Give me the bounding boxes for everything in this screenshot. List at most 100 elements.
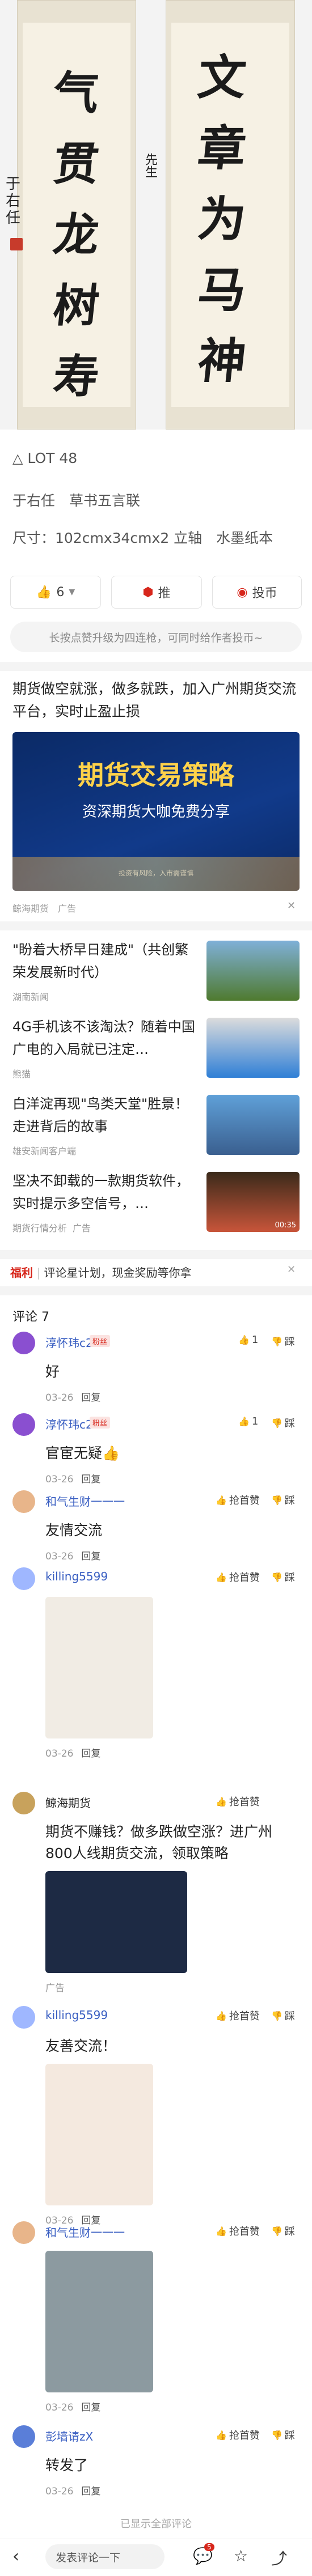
welfare-banner[interactable]: 福利 | 评论星计划，现金奖励等你拿 [10,1264,191,1280]
comment-like-button[interactable]: 👍 抢首赞 [216,2224,260,2238]
comment-date: 03-26 回复 [45,1551,101,1562]
like-button[interactable]: 👍 6 ▼ [10,576,101,609]
comment-dislike-button[interactable]: 👎 踩 [271,2008,295,2023]
comment-like-button[interactable]: 👍 1 [238,1334,258,1346]
star-icon[interactable]: ☆ [234,2547,248,2565]
comment-dislike-button[interactable]: 👎 踩 [271,1334,295,1349]
divider [0,1286,312,1295]
ad-banner[interactable]: 期货交易策略 资深期货大咖免费分享 投资有风险，入市需谨慎 [12,732,300,891]
thumb-down-icon: 👎 [271,1494,283,1506]
comment-image[interactable] [45,2064,153,2205]
comment-like-button[interactable]: 👍 1 [238,1415,258,1427]
calligraphy-character: 树 [50,279,102,332]
ad-tag: 广告 [45,1983,65,1994]
comment-dislike-button[interactable]: 👎 踩 [271,2428,295,2442]
commenter-name[interactable]: 淳怀玮c2 [45,1334,93,1350]
share-icon[interactable]: ⤴ [271,2547,287,2569]
avatar[interactable] [12,2425,35,2448]
news-thumbnail[interactable] [206,941,300,1001]
comment-image[interactable] [45,1597,153,1738]
comment-like-button[interactable]: 👍 抢首赞 [216,2428,260,2442]
ad-headline[interactable]: 期货做空就涨，做多就跌，加入广州期货交流平台，实时止盈止损 [12,678,300,723]
avatar[interactable] [12,1332,35,1354]
recommend-button[interactable]: ⬢ 推 [111,576,202,609]
thumb-up-icon: 👍 [216,2225,227,2237]
calligraphy-character: 气 [50,66,102,120]
comment-image[interactable] [45,2251,153,2392]
calligraphy-character: 为 [195,191,249,247]
divider [0,921,312,930]
reply-button[interactable]: 回复 [81,1551,100,1562]
close-icon[interactable]: ✕ [287,1264,296,1276]
calligraphy-character: 龙 [50,208,102,261]
thumb-down-icon: 👎 [271,1571,283,1583]
avatar[interactable] [12,1567,35,1590]
reply-button[interactable]: 回复 [81,2486,100,2497]
seal-stamp [10,238,23,250]
divider [0,662,312,671]
avatar[interactable] [12,2221,35,2244]
news-title[interactable]: "盼着大桥早日建成"（共创繁荣发展新时代） [12,938,200,984]
vote-button[interactable]: ◉ 投币 [212,576,302,609]
reply-button[interactable]: 回复 [81,1474,100,1485]
reply-button[interactable]: 回复 [81,2402,100,2413]
news-thumbnail[interactable] [206,1095,300,1155]
commenter-name[interactable]: 淳怀玮c2 [45,1415,93,1432]
reply-button[interactable]: 回复 [81,1392,100,1404]
triangle-warning-icon: △ [12,450,23,466]
avatar[interactable] [12,2006,35,2029]
news-thumbnail[interactable]: 00:35 [206,1172,300,1232]
comment-like-button[interactable]: 👍 抢首赞 [216,1493,260,1507]
news-source: 湖南新闻 [12,992,49,1002]
artwork-size: 尺寸：102cmx34cmx2 立轴 水墨纸本 [12,530,273,546]
video-thumbnail[interactable] [45,1871,187,1973]
thumb-up-icon: 👍 [216,1494,227,1506]
comment-text: 友善交流！ [45,2038,117,2054]
news-source: 雄安新闻客户端 [12,1146,77,1157]
back-arrow-icon[interactable]: ‹ [12,2547,19,2566]
end-of-comments: 已显示全部评论 [120,2518,192,2530]
commenter-name[interactable]: killing5599 [45,1570,108,1583]
fan-badge: 粉丝 [90,1417,111,1429]
news-title[interactable]: 4G手机该不该淘汰？随着中国广电的入局就已注定… [12,1015,200,1061]
news-source: 期货行情分析 广告 [12,1223,91,1234]
thumb-down-icon: 👎 [271,2010,283,2021]
comment-dislike-button[interactable]: 👎 踩 [271,2224,295,2238]
comment-date: 03-26 回复 [45,1474,101,1485]
commenter-name[interactable]: 彭墙请zX [45,2428,93,2444]
commenter-name[interactable]: 和气生财一一一 [45,2224,125,2240]
avatar[interactable] [12,1413,35,1436]
comment-dislike-button[interactable]: 👎 踩 [271,1570,295,1584]
comment-count-badge: 5 [204,2543,214,2551]
comment-dislike-button[interactable]: 👎 踩 [271,1415,295,1430]
news-title[interactable]: 白洋淀再现"鸟类天堂"胜景！走进背后的故事 [12,1093,200,1138]
comment-date: 03-26 回复 [45,2486,101,2497]
comment-dislike-button[interactable]: 👎 踩 [271,1493,295,1507]
avatar[interactable] [12,1490,35,1513]
reply-button[interactable]: 回复 [81,1748,100,1759]
thumb-up-icon: 👍 [238,1416,250,1427]
comment-like-button[interactable]: 👍 抢首赞 [216,2008,260,2023]
news-title[interactable]: 坚决不卸载的一款期货软件，实时提示多空信号，… [12,1170,200,1215]
commenter-name[interactable]: killing5599 [45,2008,108,2022]
calligraphy-character: 神 [195,333,249,389]
artwork-title: 于右任 草书五言联 [12,492,141,509]
thumb-up-icon: 👍 [216,1796,227,1807]
comment-like-button[interactable]: 👍 抢首赞 [216,1794,260,1809]
recommend-icon: ⬢ [142,585,154,600]
news-thumbnail[interactable] [206,1018,300,1078]
ad-source: 鲸海期货 广告 [12,903,77,914]
comments-header: 评论 7 [12,1310,49,1324]
signature: 于右任 [6,176,21,227]
commenter-name[interactable]: 鲸海期货 [45,1794,91,1810]
comment-date: 03-26 回复 [45,1392,101,1404]
thumb-up-icon: 👍 [216,2010,227,2021]
coin-icon: ◉ [237,585,248,600]
comment-text: 期货不赚钱？做多跌做空涨？进广州800人线期货交流，领取策略 [45,1823,273,1861]
close-icon[interactable]: ✕ [287,900,296,912]
artwork-image[interactable]: 气贯龙树寿 文章为马神 先生 于右任 [0,0,312,430]
comment-input[interactable]: 发表评论一下 [45,2544,165,2569]
comment-like-button[interactable]: 👍 抢首赞 [216,1570,260,1584]
commenter-name[interactable]: 和气生财一一一 [45,1493,125,1509]
avatar[interactable] [12,1792,35,1814]
